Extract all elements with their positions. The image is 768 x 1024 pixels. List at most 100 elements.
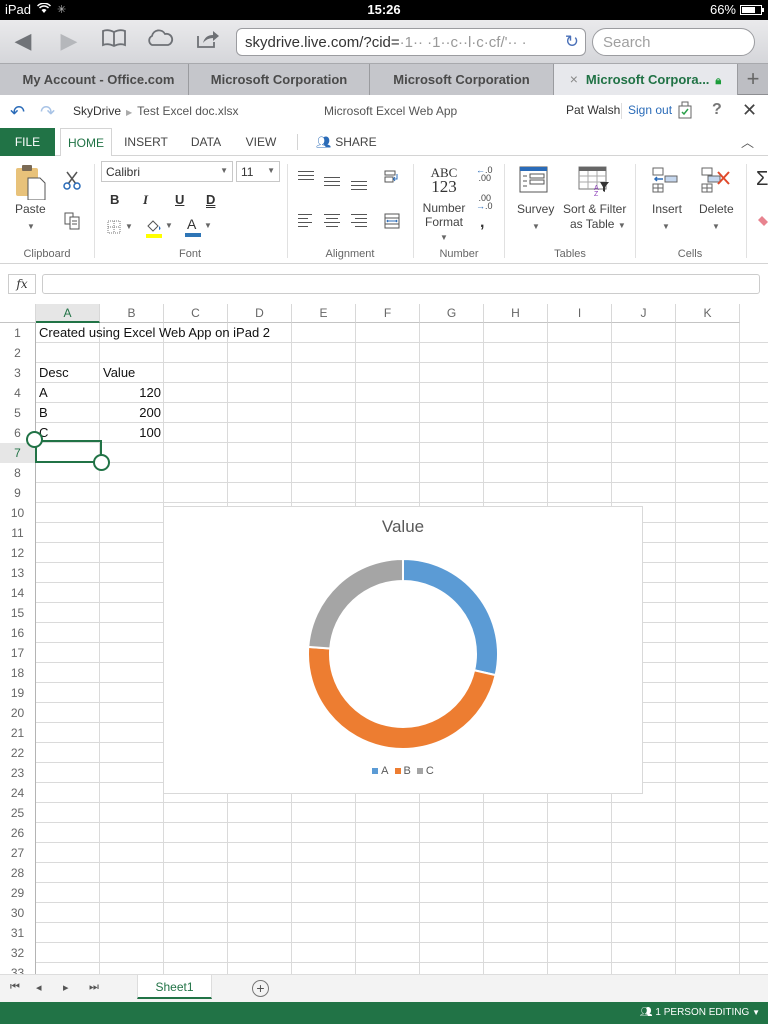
bold-button[interactable]: B: [110, 192, 119, 207]
person-editing-button[interactable]: 👥︎ 1 PERSON EDITING ▼: [640, 1007, 760, 1018]
row-header-1[interactable]: 1: [0, 323, 36, 343]
row-header-14[interactable]: 14: [0, 583, 36, 603]
back-button[interactable]: ◀: [8, 28, 38, 54]
row-header-12[interactable]: 12: [0, 543, 36, 563]
align-right-icon[interactable]: [351, 214, 367, 227]
close-tab-icon[interactable]: ×: [570, 71, 578, 87]
survey-button[interactable]: Survey ▼: [515, 166, 555, 242]
row-header-13[interactable]: 13: [0, 563, 36, 583]
donut-slice-B[interactable]: [307, 645, 497, 750]
row-header-26[interactable]: 26: [0, 823, 36, 843]
close-icon[interactable]: ✕: [742, 100, 757, 121]
row-header-30[interactable]: 30: [0, 903, 36, 923]
paste-button[interactable]: Paste ▼: [10, 164, 54, 244]
spreadsheet-grid[interactable]: ABCDEFGHIJK 1 2 3 4 5 6 7 8 9 10 11 12 13 14 15 16 17 18 1…: [0, 304, 768, 974]
row-header-9[interactable]: 9: [0, 483, 36, 503]
selection-handle-start[interactable]: [26, 431, 43, 448]
merge-center-button[interactable]: [384, 213, 400, 234]
row-header-23[interactable]: 23: [0, 763, 36, 783]
column-header-D[interactable]: D: [228, 304, 292, 323]
url-field[interactable]: skydrive.live.com/?cid=·1·· ·1··c··l·c·c…: [236, 28, 586, 56]
cell-A4[interactable]: A: [36, 383, 51, 403]
sign-out-link[interactable]: Sign out: [628, 103, 672, 117]
first-sheet-icon[interactable]: ⏮︎: [10, 981, 20, 994]
forward-button[interactable]: ▶: [54, 28, 84, 54]
cell-A3[interactable]: Desc: [36, 363, 72, 383]
column-header-I[interactable]: I: [548, 304, 612, 323]
cell-B4[interactable]: 120: [100, 383, 164, 403]
row-header-24[interactable]: 24: [0, 783, 36, 803]
browser-tab[interactable]: My Account - Office.com: [0, 64, 198, 95]
borders-button[interactable]: ▼: [107, 220, 135, 236]
double-underline-button[interactable]: D: [206, 192, 215, 207]
autosum-button[interactable]: Σ: [756, 168, 768, 191]
increase-decimal-button[interactable]: ←.0 .00: [476, 166, 493, 183]
select-all-corner[interactable]: [0, 304, 36, 323]
font-color-button[interactable]: A ▼: [184, 216, 212, 238]
column-header-F[interactable]: F: [356, 304, 420, 323]
share-button[interactable]: 👥︎ SHARE: [316, 128, 377, 156]
tab-home[interactable]: HOME: [60, 128, 112, 157]
row-header-27[interactable]: 27: [0, 843, 36, 863]
prev-sheet-icon[interactable]: ◂: [36, 981, 42, 994]
italic-button[interactable]: I: [143, 192, 148, 208]
cut-button[interactable]: [63, 170, 83, 190]
breadcrumb-skydrive[interactable]: SkyDrive: [73, 104, 121, 118]
font-size-select[interactable]: 11 ▼: [236, 161, 280, 182]
cell-B5[interactable]: 200: [100, 403, 164, 423]
doughnut-chart[interactable]: Value ABC: [163, 506, 643, 794]
underline-button[interactable]: U: [175, 192, 184, 207]
row-header-8[interactable]: 8: [0, 463, 36, 483]
align-center-icon[interactable]: [324, 214, 340, 227]
row-header-33[interactable]: 33: [0, 963, 36, 974]
align-middle-icon[interactable]: [324, 177, 340, 189]
column-header-A[interactable]: A: [36, 304, 100, 323]
comma-style-button[interactable]: ,: [480, 214, 484, 232]
next-sheet-icon[interactable]: ▸: [63, 981, 69, 994]
insert-cells-button[interactable]: Insert ▼: [645, 166, 687, 242]
cell-A5[interactable]: B: [36, 403, 51, 423]
cell-B6[interactable]: 100: [100, 423, 164, 443]
format-as-table-button[interactable]: AZ Sort & Filter as Table ▼: [560, 166, 626, 242]
selected-cell-A7[interactable]: [35, 440, 102, 463]
add-sheet-button[interactable]: +: [252, 980, 269, 997]
tab-insert[interactable]: INSERT: [120, 128, 172, 156]
formula-input[interactable]: [42, 274, 760, 294]
tab-file[interactable]: FILE: [0, 128, 55, 156]
fx-icon[interactable]: fx: [8, 274, 36, 294]
row-header-32[interactable]: 32: [0, 943, 36, 963]
row-header-20[interactable]: 20: [0, 703, 36, 723]
sheet-tab-sheet1[interactable]: Sheet1: [137, 975, 212, 999]
row-header-18[interactable]: 18: [0, 663, 36, 683]
fill-color-button[interactable]: ▼: [145, 218, 173, 238]
bookmarks-button[interactable]: [99, 28, 129, 54]
search-input[interactable]: Search: [592, 28, 755, 56]
browser-tab-active[interactable]: × Microsoft Corpora... 🔒︎: [554, 64, 738, 95]
redo-icon[interactable]: ↷: [40, 102, 55, 123]
row-header-11[interactable]: 11: [0, 523, 36, 543]
browser-tab[interactable]: Microsoft Corporation: [188, 64, 370, 95]
decrease-decimal-button[interactable]: .00 →.0: [476, 194, 493, 211]
align-left-icon[interactable]: [298, 214, 314, 227]
row-header-29[interactable]: 29: [0, 883, 36, 903]
column-header-G[interactable]: G: [420, 304, 484, 323]
paste-dropdown-icon[interactable]: ▼: [27, 222, 35, 231]
row-header-22[interactable]: 22: [0, 743, 36, 763]
row-header-28[interactable]: 28: [0, 863, 36, 883]
browser-tab[interactable]: Microsoft Corporation: [370, 64, 554, 95]
last-sheet-icon[interactable]: ⏭︎: [89, 981, 99, 994]
cell-A1[interactable]: Created using Excel Web App on iPad 2: [36, 323, 273, 343]
row-header-16[interactable]: 16: [0, 623, 36, 643]
donut-slice-C[interactable]: [307, 557, 404, 650]
row-header-10[interactable]: 10: [0, 503, 36, 523]
row-header-2[interactable]: 2: [0, 343, 36, 363]
donut-slice-A[interactable]: [402, 557, 499, 677]
row-header-25[interactable]: 25: [0, 803, 36, 823]
align-bottom-icon[interactable]: [351, 181, 367, 193]
selection-handle-end[interactable]: [93, 454, 110, 471]
column-header-E[interactable]: E: [292, 304, 356, 323]
icloud-tabs-button[interactable]: [145, 28, 175, 54]
reload-icon[interactable]: ↻: [565, 32, 579, 52]
column-header-H[interactable]: H: [484, 304, 548, 323]
row-header-15[interactable]: 15: [0, 603, 36, 623]
